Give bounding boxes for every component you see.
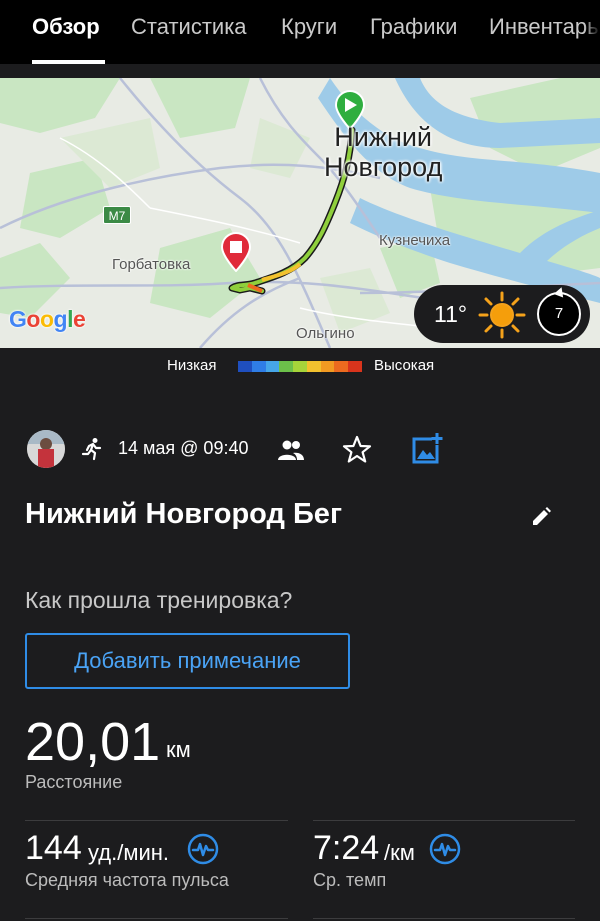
- legend-color-swatch: [265, 361, 280, 372]
- legend-color-bar: [238, 361, 363, 372]
- google-logo-letter: o: [39, 306, 54, 332]
- distance-value: 20,01: [25, 712, 161, 772]
- finish-marker-icon: [220, 232, 252, 272]
- tab-scroll-fade: [584, 0, 600, 64]
- google-logo-letter: G: [9, 306, 27, 332]
- divider: [25, 820, 288, 821]
- tab-charts[interactable]: Графики: [370, 14, 457, 40]
- divider: [313, 918, 575, 919]
- weather-widget: 11° 7: [414, 285, 590, 343]
- route-map[interactable]: Нижний Новгород Кузнечиха Горбатовка Оль…: [0, 78, 600, 348]
- temperature: 11°: [434, 301, 468, 327]
- heart-rate-info-icon[interactable]: [187, 833, 219, 865]
- avg-heart-rate-value: 144: [25, 829, 82, 867]
- edit-pencil-icon[interactable]: [530, 506, 552, 528]
- wind-speed: 7: [554, 305, 564, 322]
- divider: [313, 820, 575, 821]
- legend-color-swatch: [293, 361, 307, 372]
- google-logo: Google: [9, 306, 86, 333]
- city-line-2: Новгород: [324, 152, 443, 182]
- map-city-label: Нижний Новгород: [324, 122, 442, 182]
- legend-color-swatch: [306, 361, 321, 372]
- avg-heart-rate-unit: уд./мин.: [88, 840, 170, 865]
- avg-pace-unit: /км: [384, 840, 415, 865]
- activity-title: Нижний Новгород Бег: [25, 498, 343, 530]
- pace-info-icon[interactable]: [429, 833, 461, 865]
- tab-overview[interactable]: Обзор: [32, 14, 100, 40]
- distance-unit: км: [166, 737, 191, 762]
- map-label-olgino: Ольгино: [296, 325, 355, 342]
- sun-icon: [478, 291, 526, 339]
- divider: [25, 918, 288, 919]
- legend-low-label: Низкая: [167, 357, 217, 374]
- legend-color-swatch: [279, 361, 294, 372]
- google-logo-letter: e: [72, 306, 86, 332]
- legend-color-swatch: [334, 361, 349, 372]
- wind-indicator: 7: [537, 285, 581, 336]
- road-badge-m7: M7: [103, 206, 131, 224]
- city-line-1: Нижний: [334, 122, 433, 152]
- google-logo-letter: o: [26, 306, 40, 332]
- legend-color-swatch: [238, 361, 252, 372]
- running-icon: [81, 438, 102, 461]
- people-icon[interactable]: [277, 438, 305, 462]
- legend-color-swatch: [348, 361, 363, 372]
- activity-date: 14 мая @ 09:40: [118, 438, 249, 458]
- wind-direction-icon: [553, 285, 567, 298]
- distance-label: Расстояние: [25, 772, 123, 792]
- add-photo-icon[interactable]: [410, 432, 444, 466]
- avg-pace-value: 7:24: [313, 829, 380, 867]
- legend-high-label: Высокая: [374, 357, 435, 374]
- legend-color-swatch: [251, 361, 266, 372]
- intensity-legend: Низкая Высокая: [0, 348, 600, 384]
- legend-color-swatch: [320, 361, 335, 372]
- add-note-button[interactable]: Добавить примечание: [25, 633, 350, 689]
- map-label-kuznechikha: Кузнечиха: [379, 232, 451, 249]
- favorite-star-icon[interactable]: [342, 435, 372, 465]
- tab-laps[interactable]: Круги: [281, 14, 337, 40]
- avatar[interactable]: [27, 430, 65, 468]
- avg-pace-label: Ср. темп: [313, 870, 387, 890]
- workout-feedback-question: Как прошла тренировка?: [25, 587, 293, 613]
- spacer: [0, 64, 600, 78]
- avatar-image: [27, 430, 65, 468]
- tab-statistics[interactable]: Статистика: [131, 14, 247, 40]
- map-label-gorbatovka: Горбатовка: [112, 256, 191, 273]
- avg-heart-rate-label: Средняя частота пульса: [25, 870, 229, 890]
- tab-bar: Обзор Статистика Круги Графики Инвентарь: [0, 0, 600, 64]
- tab-gear[interactable]: Инвентарь: [489, 14, 599, 40]
- google-logo-letter: g: [53, 306, 68, 332]
